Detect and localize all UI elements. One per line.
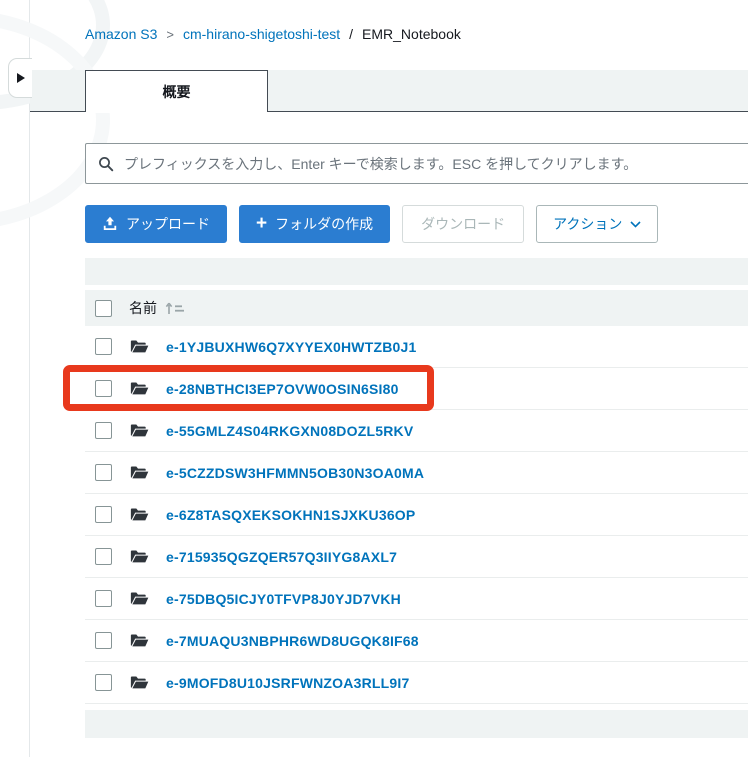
object-link[interactable]: e-6Z8TASQXEKSOKHN1SJXKU36OP (166, 507, 415, 523)
row-checkbox[interactable] (95, 674, 112, 691)
collapsed-side-panel (0, 0, 110, 757)
table-row[interactable]: e-28NBTHCI3EP7OVW0OSIN6SI80 (85, 368, 748, 410)
actions-button-label: アクション (553, 216, 623, 232)
breadcrumb-folder: EMR_Notebook (362, 26, 461, 42)
expand-arrow-icon (16, 73, 25, 83)
breadcrumb-chevron: > (166, 26, 174, 42)
name-column-header[interactable]: 名前 (129, 298, 157, 318)
table-row[interactable]: e-9MOFD8U10JSRFWNZOA3RLL9I7 (85, 662, 748, 704)
folder-icon (130, 423, 149, 438)
object-link[interactable]: e-1YJBUXHW6Q7XYYEX0HWTZB0J1 (166, 339, 416, 355)
breadcrumb-bucket[interactable]: cm-hirano-shigetoshi-test (183, 26, 340, 42)
table-row[interactable]: e-1YJBUXHW6Q7XYYEX0HWTZB0J1 (85, 326, 748, 368)
table-header-row: 名前 (85, 290, 748, 326)
search-input[interactable] (124, 155, 740, 172)
folder-icon (130, 339, 149, 354)
prefix-search-box (85, 143, 748, 184)
tab-bar: 概要 (30, 70, 748, 113)
breadcrumb-slash: / (349, 26, 354, 42)
breadcrumb-amazon-s3[interactable]: Amazon S3 (85, 26, 157, 42)
object-link[interactable]: e-5CZZDSW3HFMMN5OB30N3OA0MA (166, 465, 424, 481)
folder-icon (130, 633, 149, 648)
create-folder-button[interactable]: + フォルダの作成 (239, 205, 391, 243)
breadcrumb: Amazon S3 > cm-hirano-shigetoshi-test / … (85, 26, 461, 42)
table-row[interactable]: e-6Z8TASQXEKSOKHN1SJXKU36OP (85, 494, 748, 536)
row-checkbox[interactable] (95, 590, 112, 607)
table-row[interactable]: e-55GMLZ4S04RKGXN08DOZL5RKV (85, 410, 748, 452)
objects-table: 名前 e-1YJBUXHW6Q7XYYEX0HWTZB0J1 e-28NBTHC… (85, 290, 748, 704)
row-checkbox[interactable] (95, 338, 112, 355)
download-button-label: ダウンロード (421, 216, 506, 232)
object-link[interactable]: e-75DBQ5ICJY0TFVP8J0YJD7VKH (166, 591, 401, 607)
folder-icon (130, 381, 149, 396)
panel-expand-handle[interactable] (8, 58, 32, 98)
folder-icon (130, 591, 149, 606)
folder-icon (130, 549, 149, 564)
chevron-down-icon (630, 220, 641, 228)
folder-icon (130, 465, 149, 480)
row-checkbox[interactable] (95, 380, 112, 397)
download-button[interactable]: ダウンロード (402, 205, 525, 243)
object-link[interactable]: e-9MOFD8U10JSRFWNZOA3RLL9I7 (166, 675, 409, 691)
table-row[interactable]: e-5CZZDSW3HFMMN5OB30N3OA0MA (85, 452, 748, 494)
select-all-checkbox[interactable] (95, 299, 112, 317)
upload-button[interactable]: アップロード (85, 205, 227, 243)
table-footer-bar (85, 710, 748, 738)
actions-dropdown-button[interactable]: アクション (536, 205, 659, 243)
s3-console-page: Amazon S3 > cm-hirano-shigetoshi-test / … (0, 0, 748, 757)
row-checkbox[interactable] (95, 632, 112, 649)
tab-overview[interactable]: 概要 (85, 70, 268, 113)
sort-ascending-icon[interactable] (164, 301, 186, 315)
upload-icon (103, 216, 117, 230)
table-row[interactable]: e-7MUAQU3NBPHR6WD8UGQK8IF68 (85, 620, 748, 662)
table-row[interactable]: e-75DBQ5ICJY0TFVP8J0YJD7VKH (85, 578, 748, 620)
folder-icon (130, 675, 149, 690)
object-link[interactable]: e-28NBTHCI3EP7OVW0OSIN6SI80 (166, 381, 399, 397)
table-info-bar (85, 258, 748, 285)
object-link[interactable]: e-715935QGZQER57Q3IIYG8AXL7 (166, 549, 397, 565)
object-link[interactable]: e-7MUAQU3NBPHR6WD8UGQK8IF68 (166, 633, 419, 649)
row-checkbox[interactable] (95, 506, 112, 523)
folder-icon (130, 507, 149, 522)
row-checkbox[interactable] (95, 548, 112, 565)
plus-icon: + (256, 212, 268, 234)
table-body: e-1YJBUXHW6Q7XYYEX0HWTZB0J1 e-28NBTHCI3E… (85, 326, 748, 704)
create-folder-button-label: フォルダの作成 (275, 216, 374, 232)
object-link[interactable]: e-55GMLZ4S04RKGXN08DOZL5RKV (166, 423, 413, 439)
action-toolbar: アップロード + フォルダの作成 ダウンロード アクション (85, 205, 659, 243)
upload-button-label: アップロード (126, 216, 210, 232)
table-row[interactable]: e-715935QGZQER57Q3IIYG8AXL7 (85, 536, 748, 578)
search-icon (99, 156, 114, 171)
row-checkbox[interactable] (95, 464, 112, 481)
row-checkbox[interactable] (95, 422, 112, 439)
